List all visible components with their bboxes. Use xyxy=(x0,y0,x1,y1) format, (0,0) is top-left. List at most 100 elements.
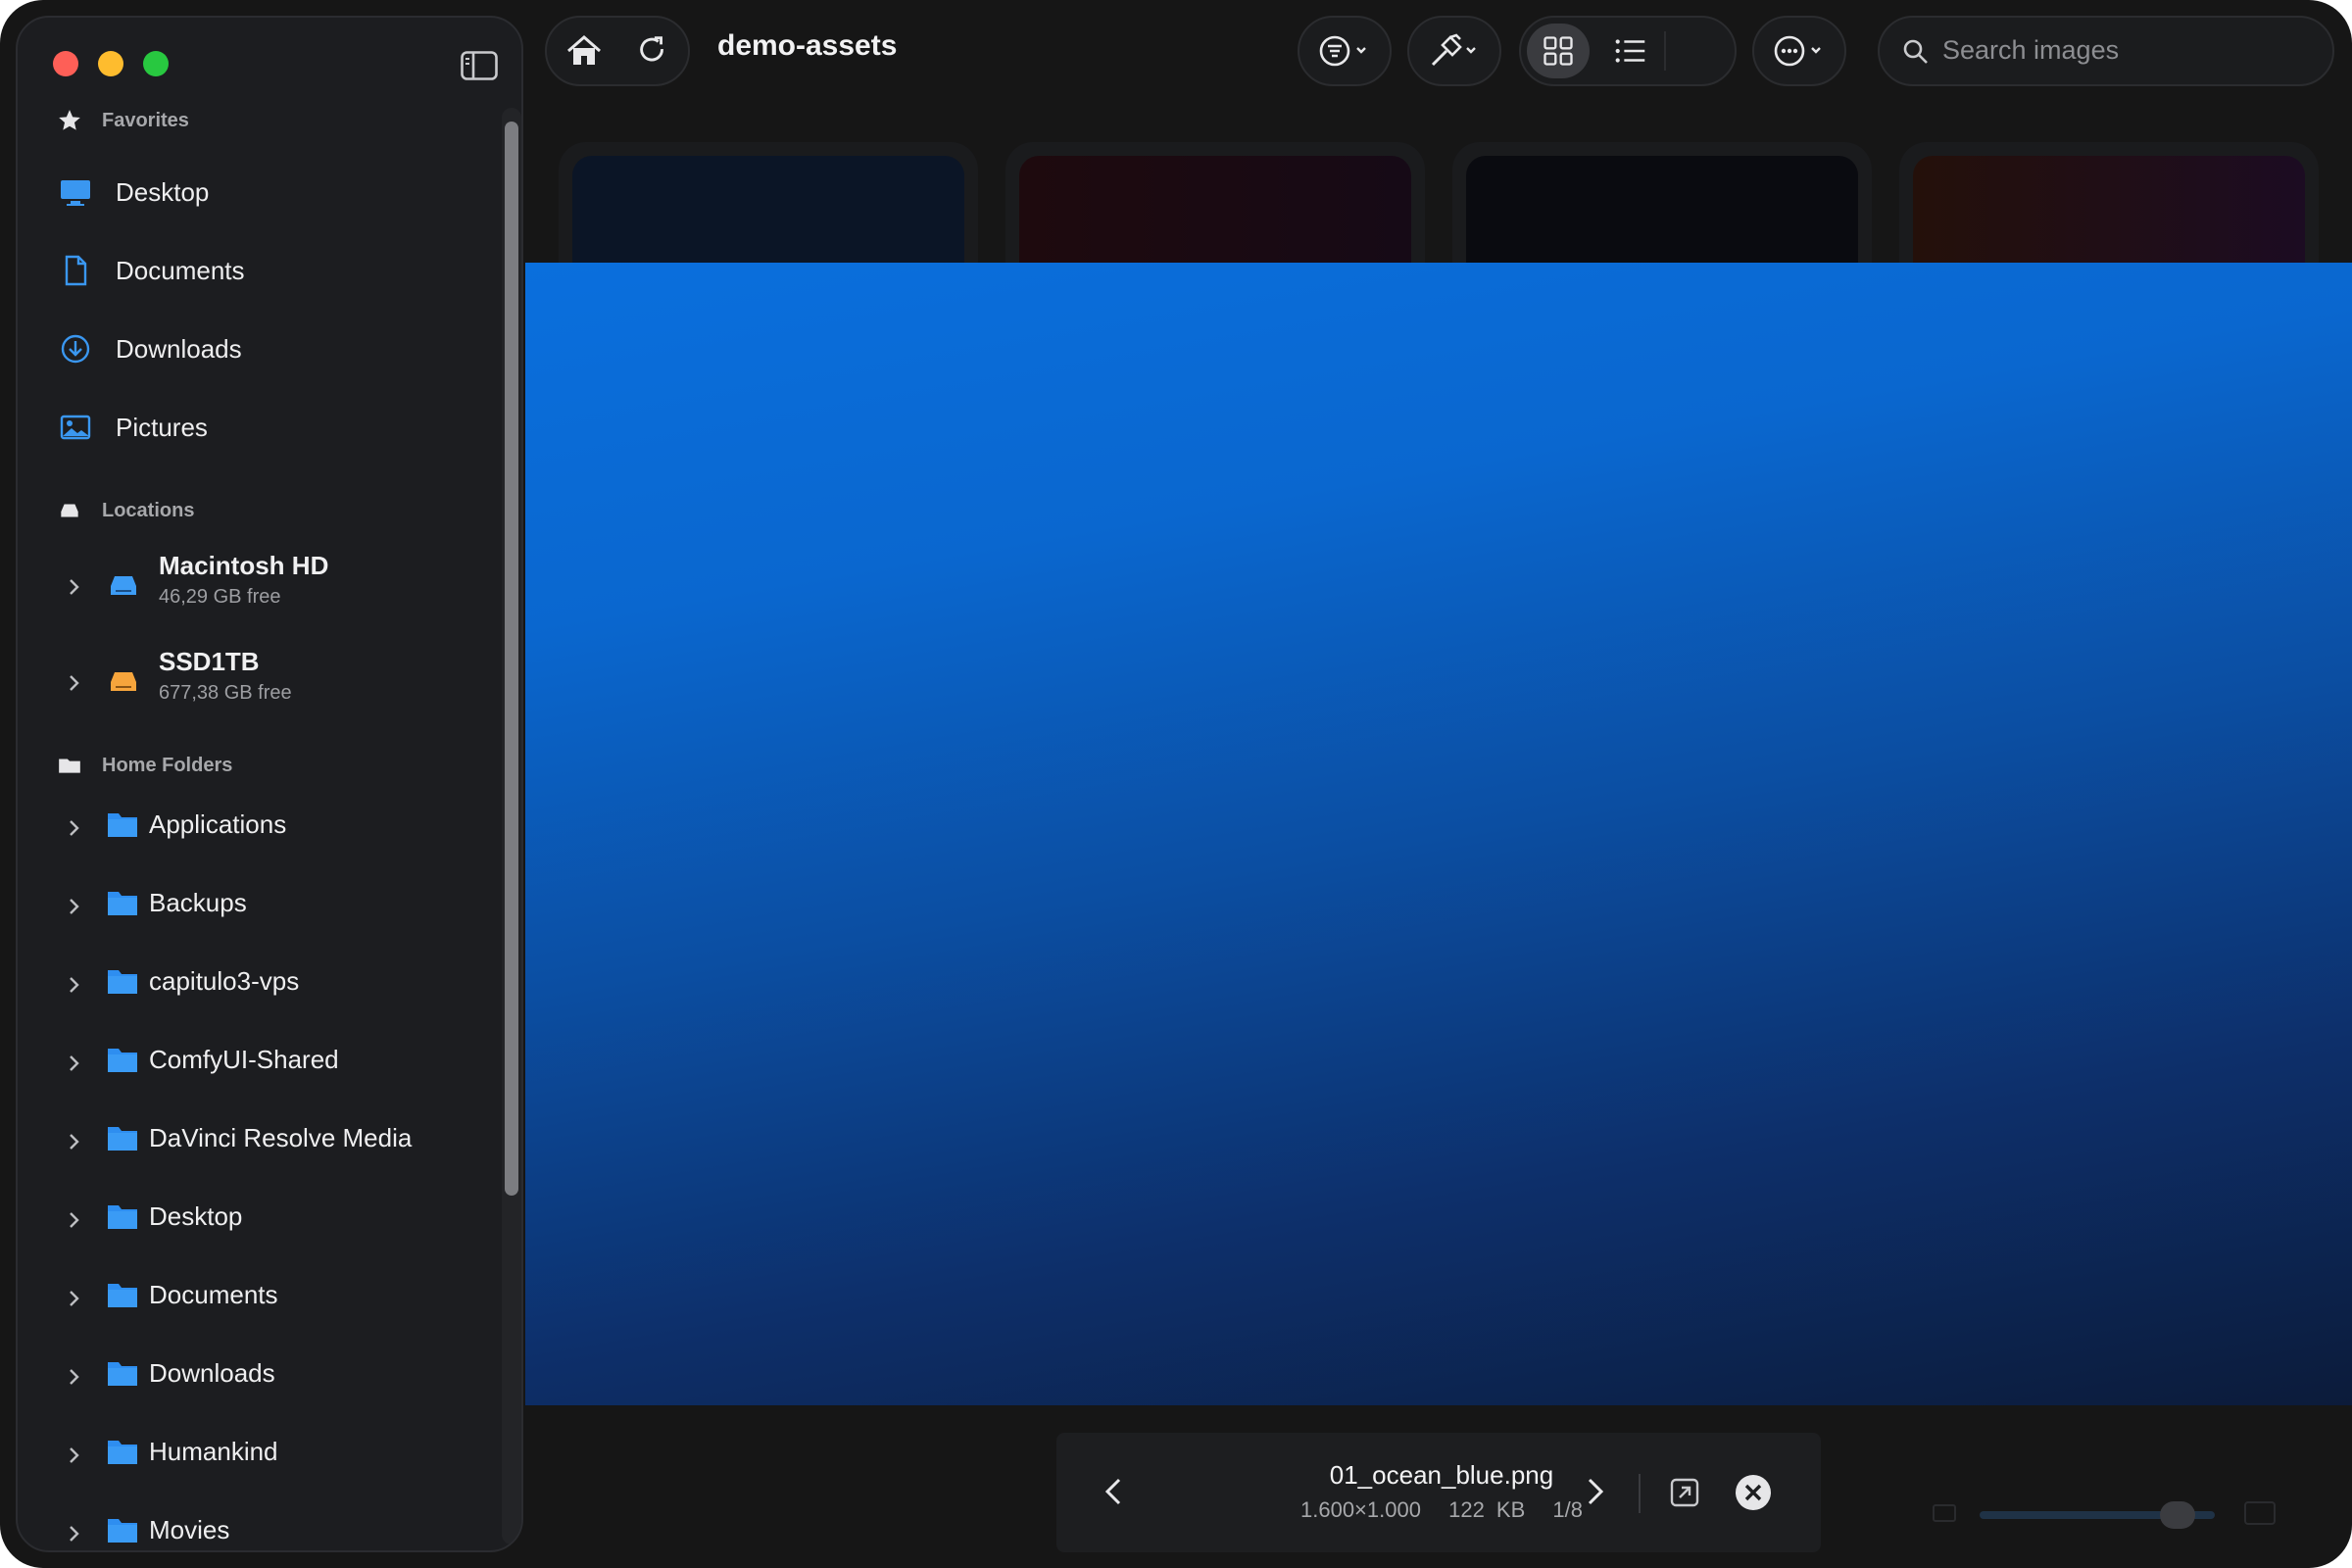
folder-icon xyxy=(108,1519,137,1543)
minimize-window-button[interactable] xyxy=(98,51,123,76)
close-window-button[interactable] xyxy=(53,51,78,76)
preview-info-bar: 01_ocean_blue.png 1.600×1.000 122 KB 1/8 xyxy=(1056,1433,1821,1552)
search-icon xyxy=(1903,39,1928,64)
close-icon xyxy=(1736,1475,1771,1510)
large-image-icon xyxy=(2244,1501,2276,1525)
sidebar-folder-item[interactable]: Downloads xyxy=(57,1348,488,1407)
folder-label: Downloads xyxy=(149,1358,275,1388)
file-size: 122 KB xyxy=(1448,1497,1526,1522)
chevron-right-icon[interactable] xyxy=(67,672,82,694)
divider xyxy=(1639,1474,1641,1513)
chevron-right-icon[interactable] xyxy=(67,576,82,598)
sidebar-item-desktop[interactable]: Desktop xyxy=(59,167,209,218)
image-preview[interactable] xyxy=(525,263,2352,1405)
file-dimensions: 1.600×1.000 xyxy=(1300,1497,1421,1522)
sidebar-scrollbar[interactable] xyxy=(502,108,521,1544)
more-icon xyxy=(1774,35,1821,67)
folder-icon xyxy=(108,892,137,915)
folder-icon xyxy=(59,759,80,773)
next-image-button[interactable] xyxy=(1574,1472,1613,1511)
file-meta: 1.600×1.000 122 KB 1/8 xyxy=(1145,1497,1739,1523)
folder-label: capitulo3-vps xyxy=(149,966,300,996)
folder-label: Desktop xyxy=(149,1201,243,1231)
previous-image-button[interactable] xyxy=(1096,1472,1135,1511)
sidebar-folder-item[interactable]: Applications xyxy=(57,800,488,858)
sidebar-folder-item[interactable]: ComfyUI-Shared xyxy=(57,1035,488,1094)
location-name: Macintosh HD xyxy=(159,551,329,580)
sidebar-location-ssd1tb[interactable]: SSD1TB 677,38 GB free xyxy=(57,647,488,725)
view-divider xyxy=(1664,31,1666,71)
folder-label: Backups xyxy=(149,888,247,917)
sidebar-location-macintosh-hd[interactable]: Macintosh HD 46,29 GB free xyxy=(57,551,488,629)
grid-icon xyxy=(1544,36,1573,66)
chevron-right-icon[interactable] xyxy=(67,896,82,917)
chevron-right-icon[interactable] xyxy=(67,817,82,839)
sidebar: Favorites Desktop Documents Downloads Pi… xyxy=(16,16,523,1552)
chevron-right-icon[interactable] xyxy=(67,1053,82,1074)
folder-label: ComfyUI-Shared xyxy=(149,1045,339,1074)
chevron-left-icon xyxy=(1104,1478,1121,1505)
folder-label: Documents xyxy=(149,1280,278,1309)
home-button[interactable] xyxy=(564,31,604,71)
chevron-right-icon[interactable] xyxy=(67,1523,82,1544)
list-view-button[interactable] xyxy=(1611,31,1650,71)
sidebar-item-documents[interactable]: Documents xyxy=(59,245,245,296)
chevron-right-icon[interactable] xyxy=(67,1366,82,1388)
hard-drive-icon xyxy=(111,576,136,595)
sidebar-folder-item[interactable]: Backups xyxy=(57,878,488,937)
list-icon xyxy=(1615,39,1645,63)
grid-view-button[interactable] xyxy=(1527,24,1590,78)
sidebar-scroll-thumb[interactable] xyxy=(505,122,518,1196)
open-external-icon xyxy=(1670,1478,1699,1507)
home-icon xyxy=(567,35,601,65)
location-name: SSD1TB xyxy=(159,647,260,676)
app-window: Favorites Desktop Documents Downloads Pi… xyxy=(0,0,2352,1568)
current-folder-title: demo-assets xyxy=(717,29,898,62)
sidebar-folder-item[interactable]: capitulo3-vps xyxy=(57,956,488,1015)
sidebar-folder-item[interactable]: Desktop xyxy=(57,1192,488,1250)
chevron-right-icon xyxy=(1588,1478,1604,1505)
chevron-right-icon[interactable] xyxy=(67,1288,82,1309)
folder-icon xyxy=(108,1284,137,1307)
folder-label: Applications xyxy=(149,809,287,839)
more-menu-button[interactable] xyxy=(1752,16,1846,86)
folder-icon xyxy=(108,970,137,994)
filter-menu-button[interactable] xyxy=(1298,16,1392,86)
search-field[interactable]: Search images xyxy=(1878,16,2334,86)
sidebar-folder-item[interactable]: Movies xyxy=(57,1505,488,1550)
chevron-right-icon[interactable] xyxy=(67,1209,82,1231)
sidebar-folder-item[interactable]: Humankind xyxy=(57,1427,488,1486)
folder-icon xyxy=(108,1362,137,1386)
folder-icon xyxy=(108,813,137,837)
thumbnail-size-slider[interactable] xyxy=(1911,1486,2293,1541)
location-free-space: 46,29 GB free xyxy=(159,586,281,608)
home-folders-header: Home Folders xyxy=(57,753,232,778)
pictures-icon xyxy=(60,415,91,440)
sidebar-item-pictures[interactable]: Pictures xyxy=(59,402,208,453)
zoom-window-button[interactable] xyxy=(143,51,169,76)
favorites-header: Favorites xyxy=(57,108,189,133)
search-placeholder: Search images xyxy=(1942,35,2120,65)
star-icon xyxy=(59,110,80,130)
hammer-icon xyxy=(1431,33,1476,67)
sidebar-toggle-icon[interactable] xyxy=(461,51,498,80)
chevron-right-icon[interactable] xyxy=(67,974,82,996)
chevron-right-icon[interactable] xyxy=(67,1131,82,1152)
file-name: 01_ocean_blue.png xyxy=(1329,1460,1554,1490)
chevron-right-icon[interactable] xyxy=(67,1445,82,1466)
folder-label: Humankind xyxy=(149,1437,278,1466)
sidebar-item-downloads[interactable]: Downloads xyxy=(59,323,242,374)
folder-icon xyxy=(108,1441,137,1464)
folder-label: DaVinci Resolve Media xyxy=(149,1123,413,1152)
sidebar-folder-item[interactable]: DaVinci Resolve Media xyxy=(57,1113,488,1172)
tools-menu-button[interactable] xyxy=(1407,16,1501,86)
location-free-space: 677,38 GB free xyxy=(159,682,292,704)
sidebar-folder-item[interactable]: Documents xyxy=(57,1270,488,1329)
folder-icon xyxy=(108,1049,137,1072)
refresh-button[interactable] xyxy=(633,31,672,71)
open-external-button[interactable] xyxy=(1668,1476,1701,1509)
download-icon xyxy=(61,334,90,364)
close-preview-button[interactable] xyxy=(1735,1474,1772,1511)
slider-knob[interactable] xyxy=(2160,1501,2195,1529)
filter-icon xyxy=(1319,35,1366,67)
